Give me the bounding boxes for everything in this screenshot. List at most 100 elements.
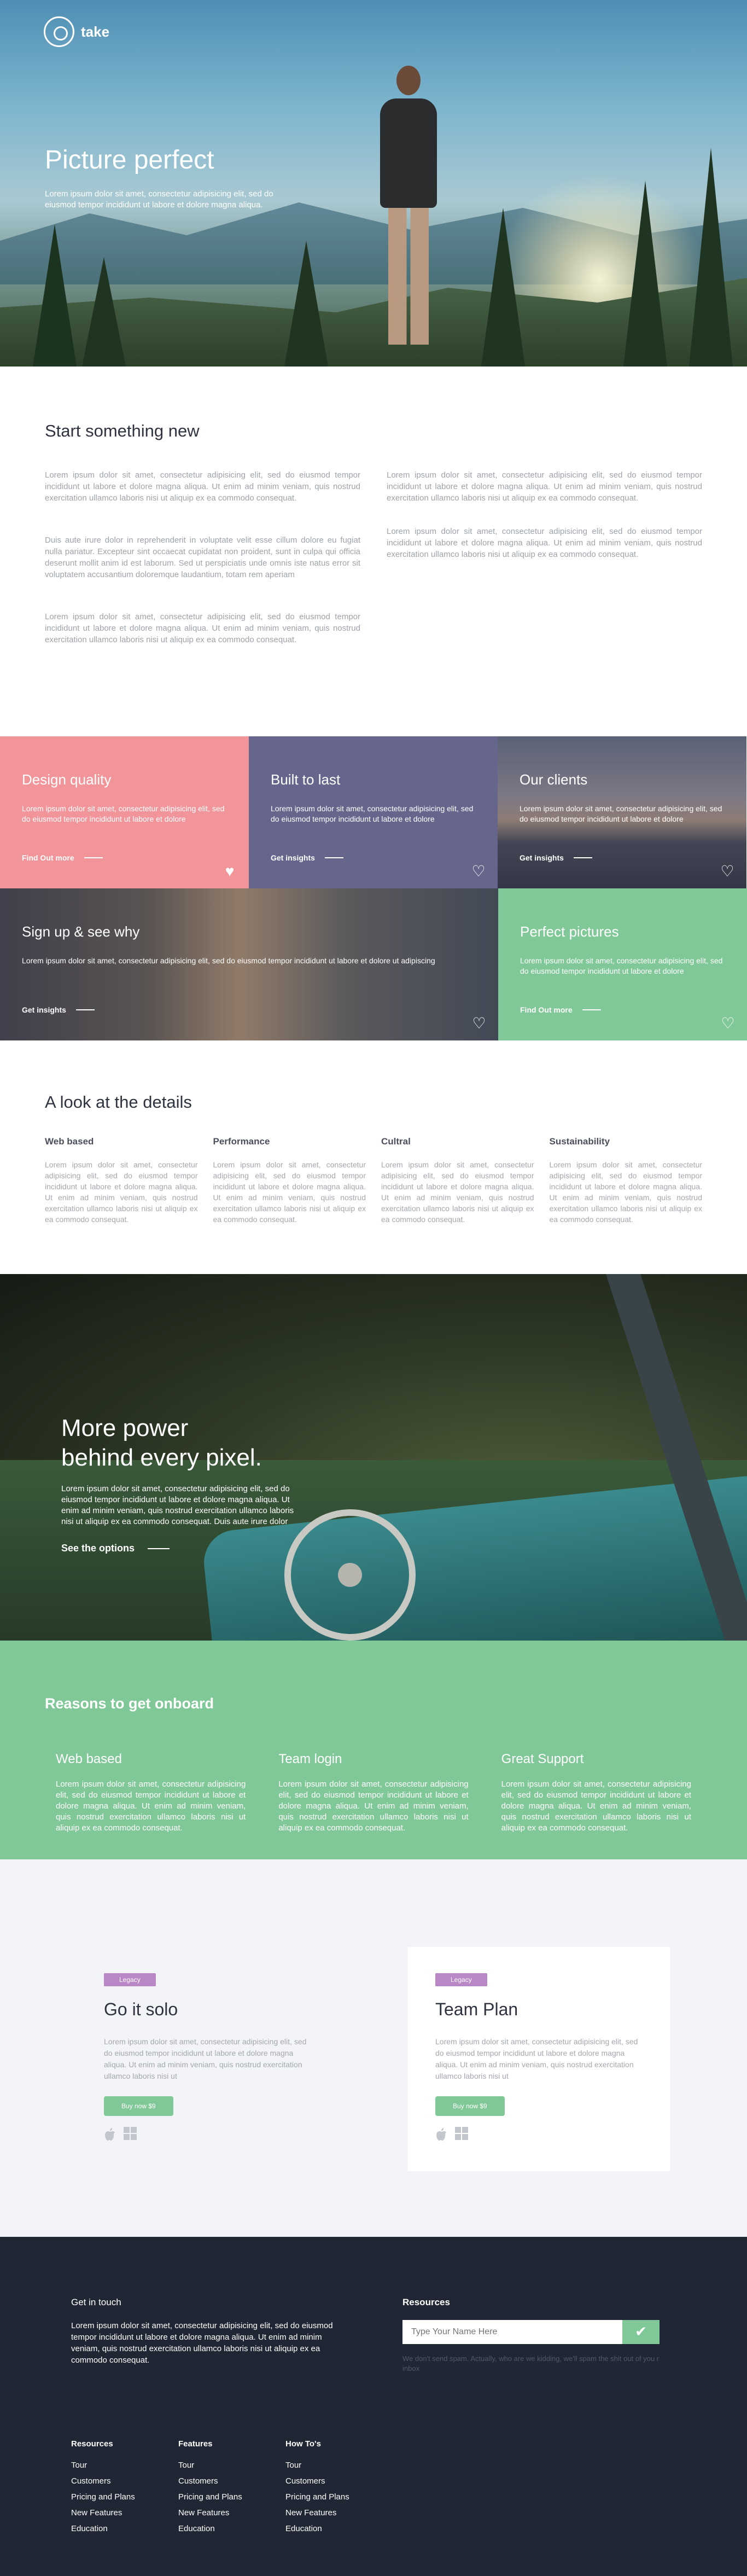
power-title: More power behind every pixel.	[61, 1414, 302, 1473]
detail-title: Performance	[213, 1136, 270, 1147]
footer-link[interactable]: Tour	[285, 2461, 393, 2470]
tile-our-clients[interactable]: Our clients Lorem ipsum dolor sit amet, …	[498, 736, 746, 888]
footer-link[interactable]: New Features	[285, 2508, 393, 2517]
plans-section: Legacy Go it solo Lorem ipsum dolor sit …	[0, 1859, 747, 2237]
start-left-column: Lorem ipsum dolor sit amet, consectetur …	[45, 469, 360, 676]
detail-item: Performance Lorem ipsum dolor sit amet, …	[213, 1136, 366, 1225]
footer-link[interactable]: Education	[285, 2524, 393, 2533]
name-input[interactable]	[402, 2320, 622, 2344]
heart-icon[interactable]: ♡	[720, 1016, 736, 1031]
tile-link-label[interactable]: Find Out more	[22, 853, 74, 862]
reasons-title: Reasons to get onboard	[45, 1695, 214, 1712]
tile-link[interactable]: Find Out more	[22, 853, 103, 862]
tile-design-quality[interactable]: Design quality Lorem ipsum dolor sit ame…	[0, 736, 249, 888]
start-section: Start something new Lorem ipsum dolor si…	[0, 367, 747, 736]
footer-link[interactable]: Education	[178, 2524, 285, 2533]
power-title-line1: More power	[61, 1415, 189, 1441]
get-in-touch: Get in touch Lorem ipsum dolor sit amet,…	[71, 2297, 339, 2374]
see-options-link[interactable]: See the options	[61, 1543, 302, 1554]
heart-icon[interactable]: ♥	[221, 864, 238, 879]
start-paragraph: Lorem ipsum dolor sit amet, consectetur …	[387, 527, 702, 559]
buy-now-button[interactable]: Buy now $9	[104, 2096, 173, 2116]
start-paragraph: Lorem ipsum dolor sit amet, consectetur …	[45, 612, 360, 644]
detail-title: Sustainability	[549, 1136, 610, 1147]
reason-text: Lorem ipsum dolor sit amet, consectetur …	[56, 1780, 246, 1833]
power-content: More power behind every pixel. Lorem ipsu…	[61, 1414, 302, 1554]
hero-title: Picture perfect	[45, 146, 214, 175]
footer: Get in touch Lorem ipsum dolor sit amet,…	[0, 2237, 747, 2576]
tile-link-label[interactable]: Get insights	[520, 853, 564, 862]
footer-link[interactable]: Tour	[71, 2461, 178, 2470]
touch-text: Lorem ipsum dolor sit amet, consectetur …	[71, 2321, 333, 2365]
footer-link[interactable]: New Features	[71, 2508, 178, 2517]
spam-note: We don't send spam. Actually, who are we…	[402, 2354, 660, 2373]
plan-badge: Legacy	[435, 1973, 487, 1986]
reason-item: Great Support Lorem ipsum dolor sit amet…	[501, 1752, 691, 1834]
details-title: A look at the details	[45, 1092, 192, 1112]
footer-link[interactable]: Tour	[178, 2461, 285, 2470]
hero-tree	[284, 241, 328, 367]
tile-link-label[interactable]: Find Out more	[520, 1005, 573, 1014]
tile-link-label[interactable]: Get insights	[22, 1005, 66, 1014]
tile-title: Our clients	[520, 771, 588, 788]
steering-wheel-image	[284, 1509, 416, 1641]
detail-title: Web based	[45, 1136, 94, 1147]
detail-text: Lorem ipsum dolor sit amet, consectetur …	[381, 1160, 534, 1224]
resources-title: Resources	[402, 2297, 450, 2307]
windows-icon	[455, 2127, 468, 2140]
reason-item: Team login Lorem ipsum dolor sit amet, c…	[278, 1752, 468, 1834]
detail-item: Sustainability Lorem ipsum dolor sit ame…	[550, 1136, 703, 1225]
hero-hiker	[372, 66, 443, 350]
submit-button[interactable]: ✔	[622, 2320, 660, 2344]
hero-tree	[33, 224, 77, 367]
plan-badge: Legacy	[104, 1973, 156, 1986]
site-nav: take	[44, 16, 109, 47]
brand-name[interactable]: take	[81, 24, 109, 40]
footer-link[interactable]: Pricing and Plans	[178, 2492, 285, 2502]
reason-text: Lorem ipsum dolor sit amet, consectetur …	[278, 1780, 469, 1833]
footer-link[interactable]: Pricing and Plans	[285, 2492, 393, 2502]
plan-title: Team Plan	[435, 1999, 518, 2019]
heart-icon[interactable]: ♡	[470, 864, 487, 879]
tile-built-to-last[interactable]: Built to last Lorem ipsum dolor sit amet…	[249, 736, 498, 888]
tile-link-label[interactable]: Get insights	[271, 853, 315, 862]
tile-title: Built to last	[271, 771, 341, 788]
tile-link[interactable]: Get insights	[520, 853, 592, 862]
see-options-label[interactable]: See the options	[61, 1543, 135, 1554]
details-section: A look at the details Web based Lorem ip…	[0, 1040, 747, 1274]
tile-link[interactable]: Get insights	[22, 1005, 95, 1014]
apple-icon	[104, 2127, 116, 2145]
reason-title: Web based	[56, 1752, 122, 1766]
tile-sign-up[interactable]: Sign up & see why Lorem ipsum dolor sit …	[0, 888, 498, 1040]
apple-icon	[435, 2127, 447, 2145]
tile-link[interactable]: Get insights	[271, 853, 343, 862]
footer-link[interactable]: Customers	[71, 2476, 178, 2486]
tile-title: Design quality	[22, 771, 112, 788]
logo-icon[interactable]	[44, 16, 74, 47]
footer-column: Resources Tour Customers Pricing and Pla…	[71, 2439, 178, 2540]
tile-link[interactable]: Find Out more	[520, 1005, 601, 1014]
footer-link[interactable]: Customers	[285, 2476, 393, 2486]
tile-text: Lorem ipsum dolor sit amet, consectetur …	[520, 804, 722, 823]
footer-links: Resources Tour Customers Pricing and Pla…	[71, 2439, 676, 2540]
footer-link[interactable]: Pricing and Plans	[71, 2492, 178, 2502]
plan-title: Go it solo	[104, 1999, 178, 2019]
start-paragraph: Lorem ipsum dolor sit amet, consectetur …	[387, 470, 702, 503]
hero-text: Lorem ipsum dolor sit amet, consectetur …	[45, 189, 273, 210]
buy-now-button[interactable]: Buy now $9	[435, 2096, 505, 2116]
footer-column-title: How To's	[285, 2439, 321, 2449]
heart-icon[interactable]: ♡	[471, 1016, 487, 1031]
footer-column-title: Resources	[71, 2439, 113, 2449]
tile-perfect-pictures[interactable]: Perfect pictures Lorem ipsum dolor sit a…	[498, 888, 747, 1040]
reason-title: Team login	[278, 1752, 342, 1766]
heart-icon[interactable]: ♡	[719, 864, 736, 879]
footer-link[interactable]: Education	[71, 2524, 178, 2533]
start-right-column: Lorem ipsum dolor sit amet, consectetur …	[387, 469, 702, 676]
footer-link[interactable]: New Features	[178, 2508, 285, 2517]
tile-text: Lorem ipsum dolor sit amet, consectetur …	[22, 956, 435, 965]
plan-text: Lorem ipsum dolor sit amet, consectetur …	[104, 2037, 307, 2080]
tile-text: Lorem ipsum dolor sit amet, consectetur …	[271, 804, 474, 823]
platform-icons	[435, 2127, 643, 2145]
detail-text: Lorem ipsum dolor sit amet, consectetur …	[213, 1160, 366, 1224]
footer-link[interactable]: Customers	[178, 2476, 285, 2486]
